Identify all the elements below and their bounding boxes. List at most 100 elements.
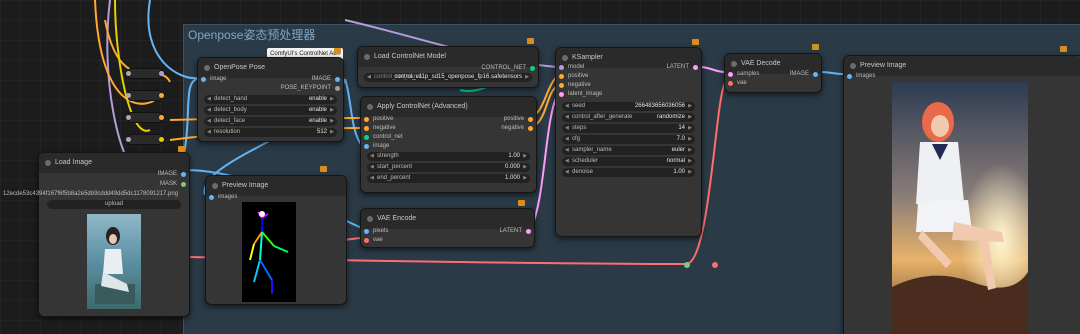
node-title: Load Image xyxy=(39,153,189,173)
widget-value: control_v11p_sd15_openpose_fp16.safetens… xyxy=(394,74,522,80)
output-latent-label: LATENT xyxy=(499,228,522,234)
input-controlnet-socket[interactable] xyxy=(364,135,369,140)
widget-name: cfg xyxy=(572,136,581,142)
input-positive-socket[interactable] xyxy=(559,74,564,79)
steps-widget[interactable]: ◀ steps 14 ▶ xyxy=(562,124,695,133)
strength-widget[interactable]: ◀ strength 1.00 ▶ xyxy=(367,152,530,161)
input-vae-label: vae xyxy=(373,237,383,243)
input-vae-socket[interactable] xyxy=(728,81,733,86)
output-controlnet-socket[interactable] xyxy=(530,66,535,71)
input-samples-socket[interactable] xyxy=(728,72,733,77)
scheduler-widget[interactable]: ◀ scheduler normal ▶ xyxy=(562,157,695,166)
vae-decode-node[interactable]: VAE Decode samples vae IMAGE xyxy=(724,53,822,93)
control-after-generate-widget[interactable]: ◀ control_after_generate randomize ▶ xyxy=(562,113,695,122)
input-negative-socket[interactable] xyxy=(559,83,564,88)
input-vae-label: vae xyxy=(737,80,747,86)
node-badge xyxy=(692,39,699,45)
input-images-socket[interactable] xyxy=(847,74,852,79)
output-latent-label: LATENT xyxy=(666,64,689,70)
input-image-socket[interactable] xyxy=(364,144,369,149)
cfg-widget[interactable]: ◀ cfg 7.0 ▶ xyxy=(562,135,695,144)
sampler-name-widget[interactable]: ◀ sampler_name euler ▶ xyxy=(562,146,695,155)
output-mask-socket[interactable] xyxy=(181,182,186,187)
input-positive-socket[interactable] xyxy=(364,117,369,122)
input-images-label: images xyxy=(856,73,876,79)
load-image-node[interactable]: Load Image IMAGE MASK 12ecde53c4394f167f… xyxy=(3,152,190,317)
output-negative-socket[interactable] xyxy=(528,126,533,131)
output-image-socket[interactable] xyxy=(335,77,340,82)
output-image-socket[interactable] xyxy=(181,172,186,177)
input-controlnet-label: control_net xyxy=(373,134,403,140)
controlnet-name-widget[interactable]: ◀ control_net_name control_v11p_sd15_openp… xyxy=(364,73,532,82)
widget-value: 1.00 xyxy=(508,153,520,159)
node-badge xyxy=(320,166,327,172)
pose-skeleton-preview xyxy=(242,202,296,302)
input-negative-socket[interactable] xyxy=(364,126,369,131)
filename-widget[interactable]: 12ecde53c4394f167f6f5b8a2e5db9cddd49dd5d… xyxy=(3,191,178,197)
reroute-dot[interactable] xyxy=(684,262,690,268)
reroute-node-4[interactable] xyxy=(126,134,164,145)
node-title: Load ControlNet Model xyxy=(358,47,538,67)
load-controlnet-node[interactable]: Load ControlNet Model CONTROL_NET ◀ contr… xyxy=(357,46,539,88)
input-images-socket[interactable] xyxy=(209,195,214,200)
output-latent-socket[interactable] xyxy=(526,229,531,234)
node-badge xyxy=(334,48,341,54)
seed-widget[interactable]: ◀ seed 266483656036056 ▶ xyxy=(562,102,695,111)
vae-encode-node[interactable]: VAE Encode pixels vae LATENT xyxy=(360,208,535,248)
detect-body-widget[interactable]: ◀ detect_body enable ▶ xyxy=(204,106,337,115)
widget-value: normal xyxy=(666,158,685,164)
output-image-label: IMAGE xyxy=(311,76,331,82)
wire-conditioning-1 xyxy=(94,0,161,105)
output-positive-socket[interactable] xyxy=(528,117,533,122)
reroute-node-2[interactable] xyxy=(126,90,164,101)
wire-image-left xyxy=(147,0,198,80)
input-latent-socket[interactable] xyxy=(559,92,564,97)
output-keypoint-socket[interactable] xyxy=(335,86,340,91)
openpose-node[interactable]: OpenPose Pose image IMAGE POSE_KEYPOINT … xyxy=(197,57,344,142)
ksampler-node[interactable]: KSampler model positive negative latent_… xyxy=(555,47,702,237)
input-positive-label: positive xyxy=(373,116,394,122)
widget-name: detect_face xyxy=(214,118,246,124)
detect-face-widget[interactable]: ◀ detect_face enable ▶ xyxy=(204,117,337,126)
output-image-socket[interactable] xyxy=(813,72,818,77)
widget-name: strength xyxy=(377,153,399,159)
preview-image-pose-node[interactable]: Preview Image images xyxy=(205,175,347,305)
apply-controlnet-node[interactable]: Apply ControlNet (Advanced) positive neg… xyxy=(360,96,537,193)
widget-name: denoise xyxy=(572,169,594,175)
widget-value: 512 xyxy=(316,129,327,135)
node-title: VAE Encode xyxy=(361,209,534,229)
node-badge xyxy=(1060,46,1067,52)
upload-button[interactable]: upload xyxy=(47,200,181,209)
input-samples-label: samples xyxy=(737,71,760,77)
widget-name: detect_body xyxy=(214,107,247,113)
widget-value: enable xyxy=(308,118,327,124)
input-model-socket[interactable] xyxy=(559,65,564,70)
end-percent-widget[interactable]: ◀ end_percent 1.000 ▶ xyxy=(367,174,530,183)
input-pixels-socket[interactable] xyxy=(364,229,369,234)
input-image-label: image xyxy=(373,143,390,149)
node-title: Preview Image xyxy=(844,56,1080,76)
input-image-thumbnail xyxy=(87,214,141,309)
upload-label: upload xyxy=(104,201,124,207)
reroute-node-1[interactable] xyxy=(126,68,164,79)
detect-hand-widget[interactable]: ◀ detect_hand enable ▶ xyxy=(204,95,337,104)
widget-name: start_percent xyxy=(377,164,413,170)
reroute-dot[interactable] xyxy=(712,262,718,268)
preview-image-result-node[interactable]: Preview Image images xyxy=(843,55,1080,334)
widget-value: 266483656036056 xyxy=(634,103,685,109)
widget-name: sampler_name xyxy=(572,147,612,153)
node-title: Apply ControlNet (Advanced) xyxy=(361,97,536,117)
input-image-socket[interactable] xyxy=(201,77,206,82)
workflow-canvas[interactable]: Openpose姿态预处理器 ComfyUI's ControlNet Au..… xyxy=(0,0,1080,334)
reroute-node-3[interactable] xyxy=(126,112,164,123)
node-badge xyxy=(812,44,819,50)
input-vae-socket[interactable] xyxy=(364,238,369,243)
denoise-widget[interactable]: ◀ denoise 1.00 ▶ xyxy=(562,168,695,177)
output-latent-socket[interactable] xyxy=(693,65,698,70)
resolution-widget[interactable]: ◀ resolution 512 ▶ xyxy=(204,128,337,137)
output-keypoint-label: POSE_KEYPOINT xyxy=(280,85,331,91)
input-model-label: model xyxy=(568,64,585,70)
wire-latent-ks xyxy=(699,66,726,73)
widget-value: 0.000 xyxy=(504,164,520,170)
start-percent-widget[interactable]: ◀ start_percent 0.000 ▶ xyxy=(367,163,530,172)
